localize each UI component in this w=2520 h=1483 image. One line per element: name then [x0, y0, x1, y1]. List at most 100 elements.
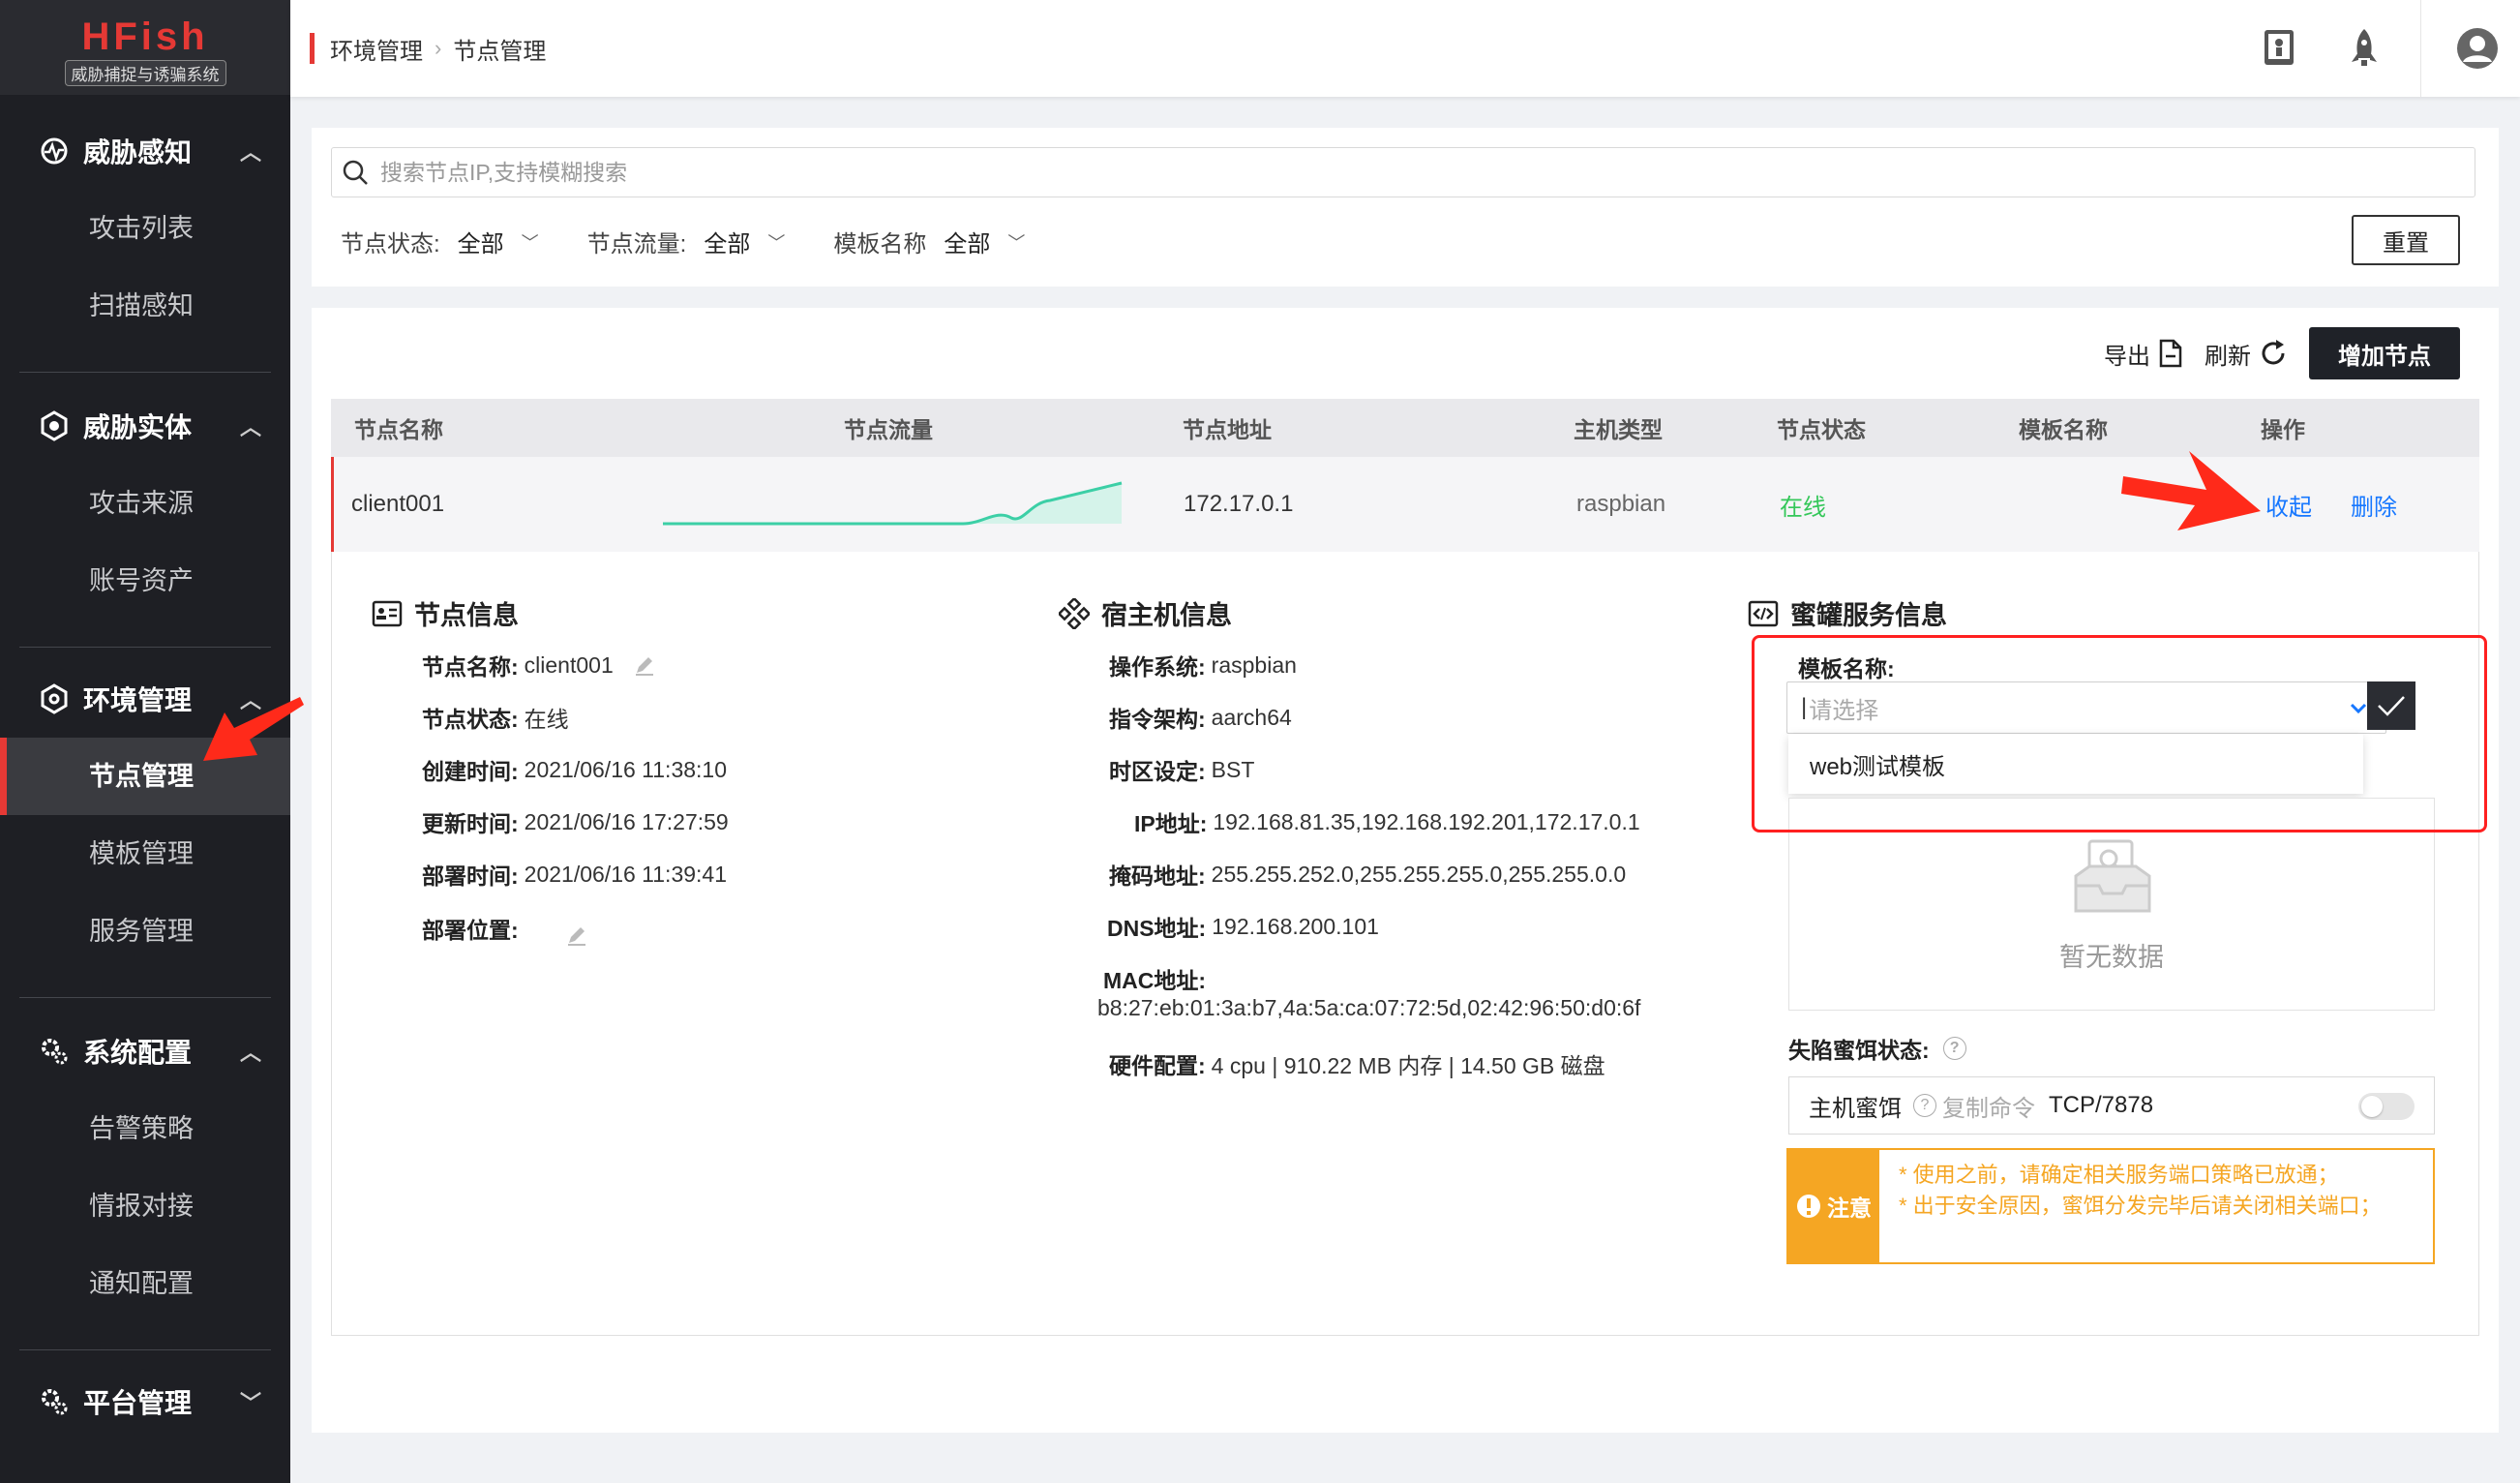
chevron-up-icon[interactable]: ︿: [236, 410, 265, 441]
filter-template-name[interactable]: 模板名称 全部 ﹀: [833, 225, 1025, 258]
bait-toggle[interactable]: [2358, 1093, 2415, 1120]
field-key: 部署时间:: [422, 863, 519, 889]
search-icon: [343, 160, 368, 185]
arch-field: 指令架构: aarch64: [1109, 701, 1292, 734]
export-button[interactable]: 导出: [2104, 337, 2183, 371]
manual-icon[interactable]: [2236, 0, 2322, 97]
field-key: 指令架构:: [1109, 707, 1206, 732]
app-subtitle: 威胁捕捉与诱骗系统: [64, 60, 226, 86]
bait-name: 主机蜜饵: [1809, 1095, 1902, 1122]
code-icon: [1748, 600, 1779, 626]
netmask-field: 掩码地址: 255.255.252.0,255.255.255.0,255.255…: [1109, 858, 1626, 891]
sidebar-item-template-management[interactable]: 模板管理: [0, 815, 290, 893]
filter-row: 节点状态: 全部 ﹀ 节点流量: 全部 ﹀ 模板名称 全部 ﹀: [341, 225, 1073, 258]
nav-group-header[interactable]: 威胁感知 ︿: [0, 112, 290, 190]
field-value: client001: [524, 651, 614, 678]
chevron-up-icon[interactable]: ︿: [236, 136, 265, 166]
nav-group-header[interactable]: 系统配置 ︿: [0, 1013, 290, 1090]
refresh-label: 刷新: [2205, 343, 2251, 370]
nav-group-threat-entity: 威胁实体 ︿ 攻击来源 账号资产: [0, 387, 290, 620]
reset-button[interactable]: 重置: [2352, 215, 2460, 265]
filter-node-traffic[interactable]: 节点流量: 全部 ﹀: [587, 225, 786, 258]
gears-icon: [37, 1384, 72, 1419]
column-header[interactable]: 主机类型: [1574, 399, 1663, 457]
deploy-location-field: 部署位置:: [422, 910, 588, 947]
breadcrumb-item[interactable]: 环境管理: [330, 32, 423, 66]
sidebar-item-notification-config[interactable]: 通知配置: [0, 1245, 290, 1322]
chevron-down-icon: ﹀: [1007, 232, 1026, 253]
sidebar-divider: [19, 372, 271, 373]
environment-icon: [37, 681, 72, 716]
refresh-icon: [2262, 340, 2285, 365]
field-key: 更新时间:: [422, 811, 519, 836]
sidebar-divider: [19, 997, 271, 998]
field-value: 192.168.81.35,192.168.192.201,172.17.0.1: [1213, 808, 1640, 834]
field-value: 2021/06/16 11:38:10: [524, 756, 727, 782]
sidebar-item-scan-perception[interactable]: 扫描感知: [0, 267, 290, 345]
section-title-text: 节点信息: [414, 601, 519, 630]
radar-icon: [37, 134, 72, 168]
sidebar-item-attack-list[interactable]: 攻击列表: [0, 190, 290, 267]
empty-inbox-icon: [2074, 839, 2151, 913]
chevron-down-icon[interactable]: ﹀: [236, 1386, 265, 1417]
column-header[interactable]: 节点名称: [354, 399, 443, 457]
filter-node-status[interactable]: 节点状态: 全部 ﹀: [341, 225, 539, 258]
node-address-cell: 172.17.0.1: [1184, 491, 1294, 517]
top-separator: [2420, 0, 2421, 97]
help-icon[interactable]: ?: [1913, 1094, 1936, 1117]
nav-group-header[interactable]: 威胁实体 ︿: [0, 387, 290, 465]
hardware-field: 硬件配置: 4 cpu | 910.22 MB 内存 | 14.50 GB 磁盘: [1109, 1047, 1605, 1080]
filter-value: 全部: [704, 231, 751, 257]
add-node-button[interactable]: 增加节点: [2309, 327, 2460, 379]
nav-group-header[interactable]: 平台管理 ﹀: [0, 1363, 290, 1440]
bait-status-text: 失陷蜜饵状态:: [1788, 1038, 1930, 1063]
nav-group-threat-perception: 威胁感知 ︿ 攻击列表 扫描感知: [0, 112, 290, 345]
nav-group-label: 系统配置: [83, 1038, 193, 1068]
gears-icon: [37, 1034, 72, 1069]
field-value: raspbian: [1211, 651, 1297, 678]
field-key: 节点状态:: [422, 707, 519, 732]
empty-text: 暂无数据: [2059, 943, 2164, 972]
edit-icon[interactable]: [565, 923, 588, 947]
column-header[interactable]: 节点流量: [844, 399, 933, 457]
traffic-sparkline: [663, 457, 1124, 552]
search-input[interactable]: [380, 159, 2122, 186]
collapse-link[interactable]: 收起: [2265, 457, 2312, 552]
section-title-text: 蜜罐服务信息: [1790, 601, 1947, 630]
column-header[interactable]: 节点地址: [1183, 399, 1272, 457]
sidebar-item-alert-policy[interactable]: 告警策略: [0, 1090, 290, 1167]
notice-line: * 使用之前，请确定相关服务端口策略已放通；: [1899, 1163, 2339, 1187]
updated-time-field: 更新时间: 2021/06/16 17:27:59: [422, 805, 729, 838]
copy-command-link[interactable]: 复制命令: [1942, 1089, 2035, 1123]
app-logo[interactable]: HFish 威胁捕捉与诱骗系统: [0, 0, 290, 95]
breadcrumb-separator: ›: [435, 36, 442, 60]
user-avatar-icon[interactable]: [2435, 0, 2520, 97]
search-box: [331, 147, 2475, 197]
bait-row: 主机蜜饵 ? 复制命令 TCP/7878: [1788, 1076, 2435, 1135]
chevron-up-icon[interactable]: ︿: [236, 1036, 265, 1067]
nav-group-label: 威胁实体: [83, 412, 193, 442]
nav-group-label: 平台管理: [83, 1388, 193, 1418]
delete-link[interactable]: 删除: [2351, 457, 2397, 552]
field-value: aarch64: [1211, 704, 1292, 730]
host-type-cell: raspbian: [1576, 491, 1666, 517]
sidebar-item-attack-source[interactable]: 攻击来源: [0, 465, 290, 542]
ip-field: IP地址: 192.168.81.35,192.168.192.201,172.1…: [1134, 805, 1640, 838]
sidebar-item-intel-integration[interactable]: 情报对接: [0, 1167, 290, 1245]
field-key: DNS地址:: [1107, 916, 1207, 941]
rocket-icon[interactable]: [2322, 0, 2407, 97]
sidebar-divider: [19, 647, 271, 648]
breadcrumb-item: 节点管理: [453, 38, 547, 65]
sidebar-item-account-assets[interactable]: 账号资产: [0, 542, 290, 620]
shield-icon: [37, 409, 72, 443]
column-header[interactable]: 模板名称: [2019, 399, 2108, 457]
id-card-icon: [372, 600, 403, 626]
sidebar-item-service-management[interactable]: 服务管理: [0, 893, 290, 970]
column-header[interactable]: 节点状态: [1777, 399, 1866, 457]
created-time-field: 创建时间: 2021/06/16 11:38:10: [422, 753, 727, 786]
node-status-cell: 在线: [1780, 494, 1826, 521]
refresh-button[interactable]: 刷新: [2205, 337, 2288, 371]
help-icon[interactable]: ?: [1942, 1037, 1966, 1060]
edit-icon[interactable]: [633, 653, 656, 677]
toolbar: 导出 刷新 增加节点: [2104, 327, 2460, 379]
